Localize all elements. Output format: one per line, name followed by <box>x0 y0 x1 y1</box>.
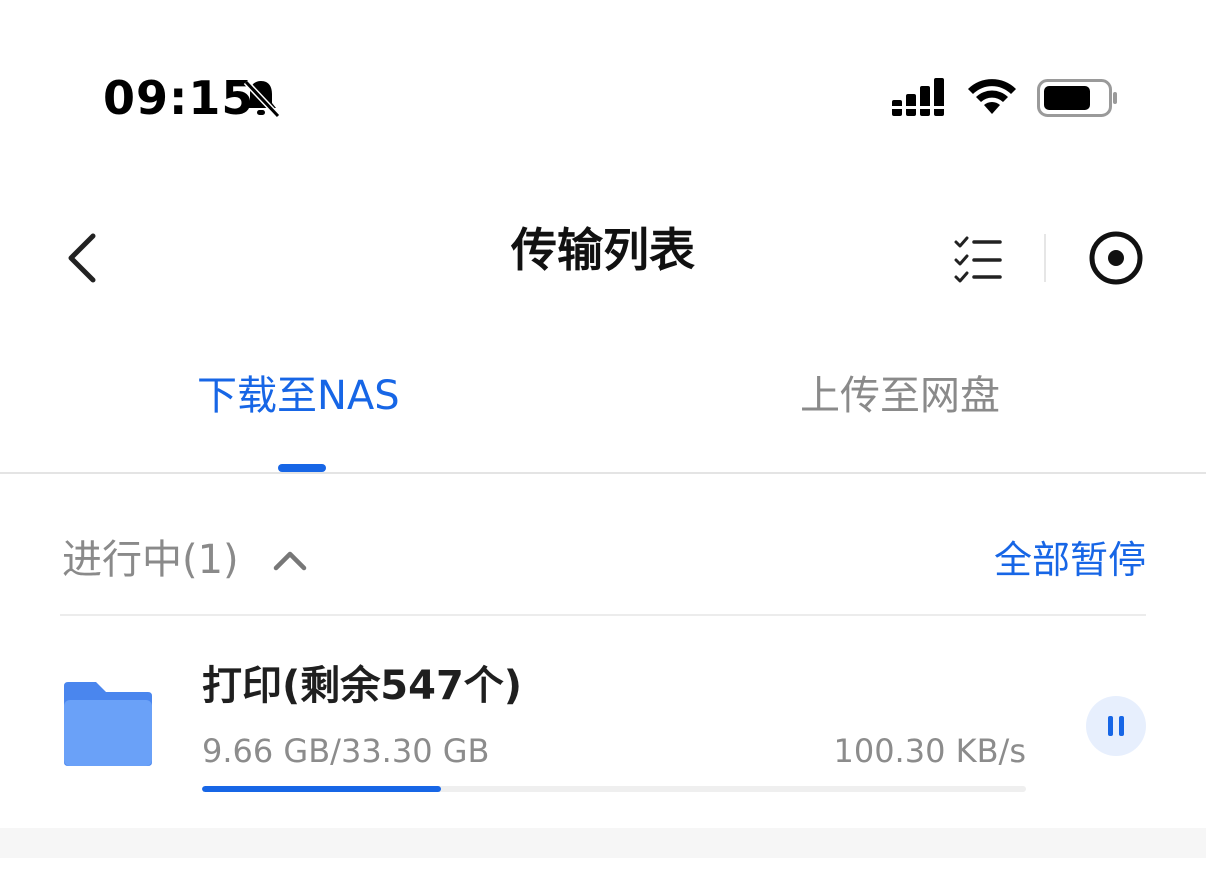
tab-upload-to-cloud[interactable]: 上传至网盘 <box>800 368 1000 424</box>
signal-icon <box>892 78 944 116</box>
transfer-item[interactable]: 打印(剩余547个) 9.66 GB/33.30 GB 100.30 KB/s <box>60 640 1146 810</box>
pause-all-button[interactable]: 全部暂停 <box>994 534 1146 586</box>
pause-button[interactable] <box>1086 696 1146 756</box>
page-title: 传输列表 <box>511 223 695 277</box>
tab-bar: 下载至NAS 上传至网盘 <box>0 350 1206 474</box>
pause-icon <box>1108 716 1124 736</box>
wifi-icon <box>968 79 1016 114</box>
in-progress-header: 进行中(1) 全部暂停 <box>60 520 1146 616</box>
transfer-size: 9.66 GB/33.30 GB <box>202 732 490 770</box>
status-time: 09:15 <box>103 71 255 125</box>
transfer-name: 打印(剩余547个) <box>202 663 523 709</box>
active-tab-indicator <box>278 464 326 472</box>
tab-download-to-nas[interactable]: 下载至NAS <box>197 368 400 424</box>
bell-muted-icon <box>243 79 281 119</box>
battery-icon <box>1037 79 1117 117</box>
transfer-speed: 100.30 KB/s <box>833 732 1026 770</box>
in-progress-title: 进行中(1) <box>62 537 239 583</box>
status-bar: 09:15 <box>0 0 1206 190</box>
nav-divider <box>1044 234 1046 282</box>
chevron-up-icon[interactable] <box>270 540 310 580</box>
record-icon[interactable] <box>1086 228 1146 288</box>
progress-fill <box>202 786 441 792</box>
bottom-separator <box>0 828 1206 858</box>
task-list-icon[interactable] <box>950 234 1006 286</box>
nav-bar: 传输列表 <box>0 190 1206 330</box>
folder-icon <box>64 682 152 766</box>
progress-bar <box>202 786 1026 792</box>
